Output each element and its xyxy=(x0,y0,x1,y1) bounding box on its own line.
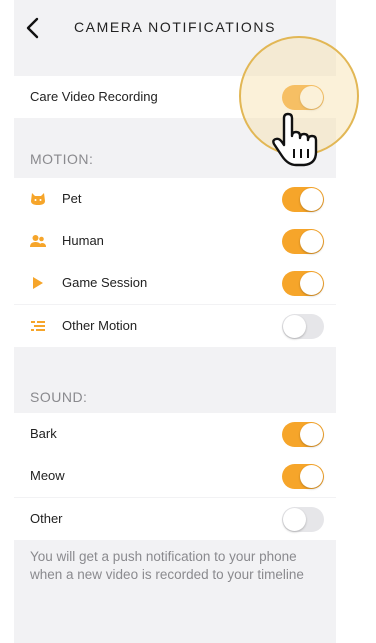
game-session-label: Game Session xyxy=(62,275,148,290)
people-icon xyxy=(30,235,46,247)
other-motion-toggle[interactable] xyxy=(282,314,324,339)
toggle-knob xyxy=(300,272,323,295)
motion-row-game-session: Game Session xyxy=(14,262,336,304)
motion-row-human: Human xyxy=(14,220,336,262)
bark-label: Bark xyxy=(30,426,57,441)
motion-row-pet: Pet xyxy=(14,178,336,220)
pet-toggle[interactable] xyxy=(282,187,324,212)
sound-row-bark: Bark xyxy=(14,413,336,455)
footer-note: You will get a push notification to your… xyxy=(30,549,304,582)
sound-section-header: SOUND: xyxy=(30,389,88,405)
motion-lines-icon xyxy=(31,321,45,331)
motion-section-header: MOTION: xyxy=(30,151,94,167)
motion-row-other-motion: Other Motion xyxy=(14,305,336,347)
human-toggle[interactable] xyxy=(282,229,324,254)
play-icon xyxy=(33,277,43,289)
other-sound-label: Other xyxy=(30,511,63,526)
meow-label: Meow xyxy=(30,468,65,483)
other-motion-label: Other Motion xyxy=(62,318,138,333)
page-title: CAMERA NOTIFICATIONS xyxy=(73,19,277,35)
toggle-knob xyxy=(300,188,323,211)
bark-toggle[interactable] xyxy=(282,422,324,447)
care-video-recording-label: Care Video Recording xyxy=(30,89,158,104)
human-label: Human xyxy=(62,233,104,248)
toggle-knob xyxy=(300,423,323,446)
hand-pointer-icon xyxy=(272,112,318,167)
sound-row-meow: Meow xyxy=(14,455,336,497)
meow-toggle[interactable] xyxy=(282,464,324,489)
cat-face-icon xyxy=(31,193,45,205)
toggle-knob xyxy=(300,465,323,488)
other-sound-toggle[interactable] xyxy=(282,507,324,532)
toggle-knob xyxy=(283,508,306,531)
pet-label: Pet xyxy=(62,191,82,206)
game-session-toggle[interactable] xyxy=(282,271,324,296)
toggle-knob xyxy=(283,315,306,338)
toggle-knob xyxy=(300,230,323,253)
sound-row-other: Other xyxy=(14,498,336,540)
